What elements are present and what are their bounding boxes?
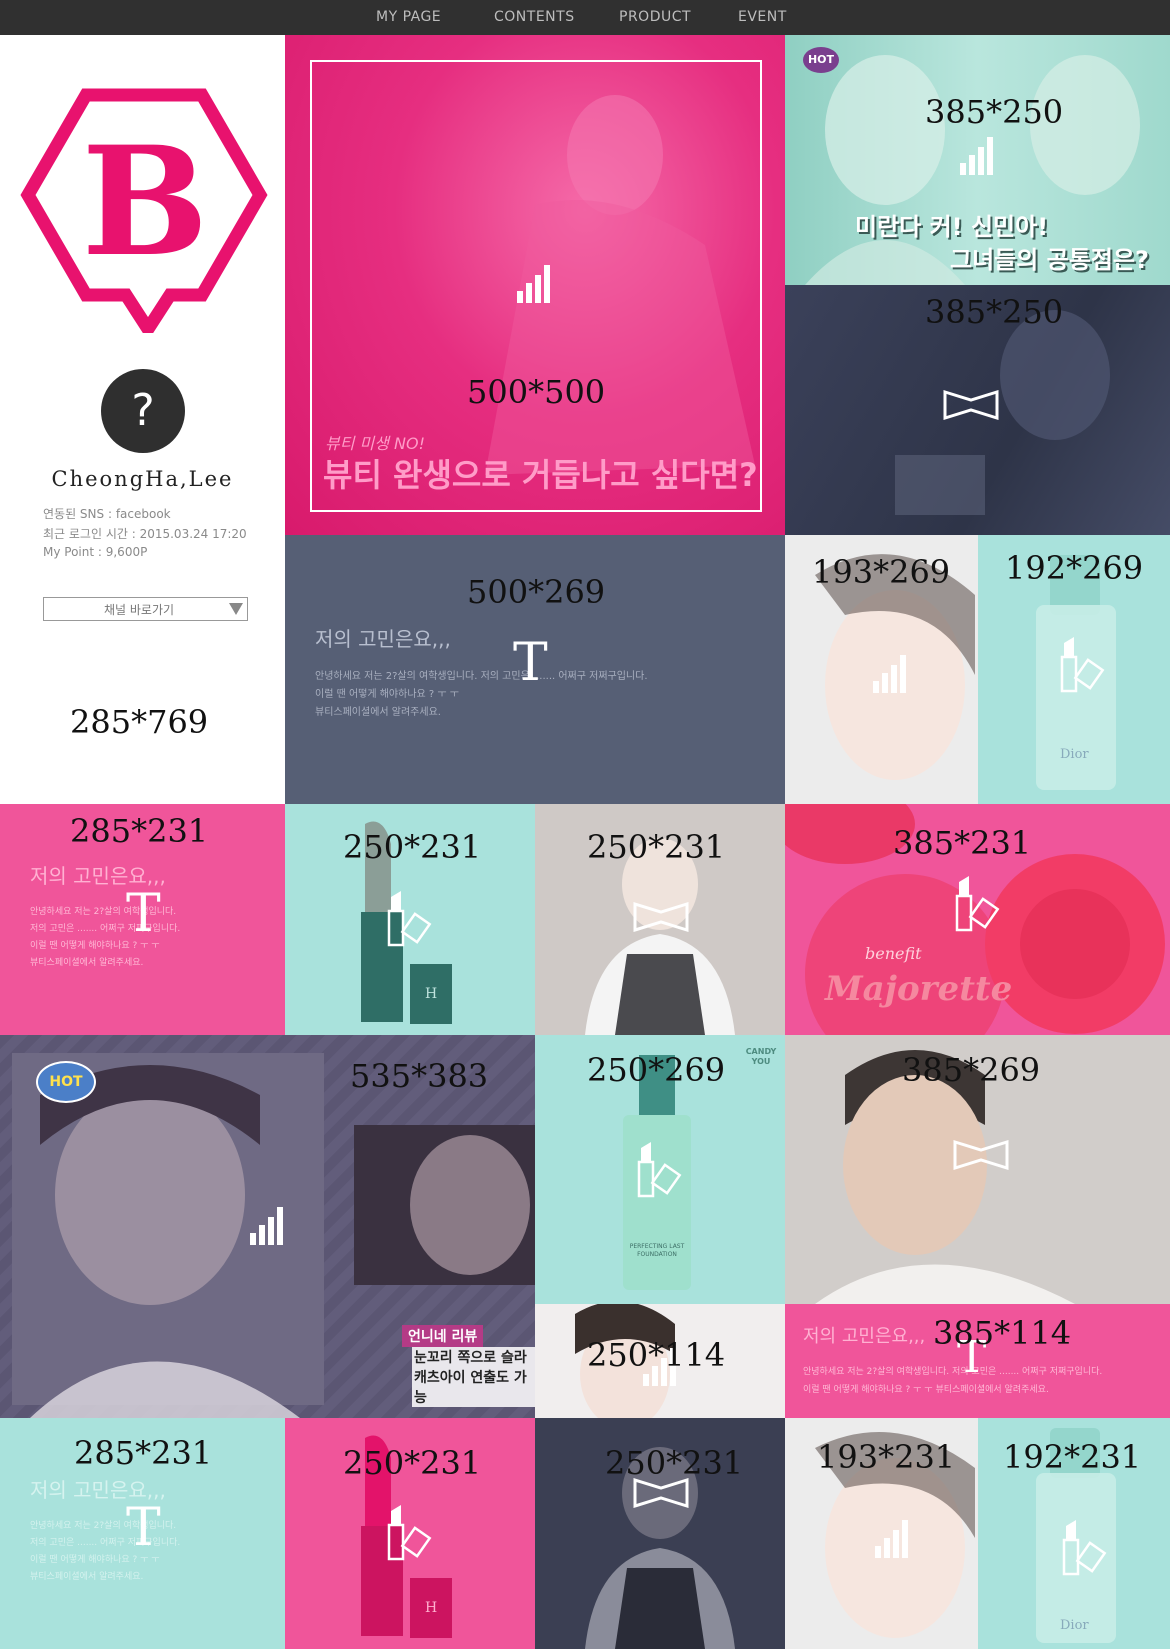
lipstick-icon xyxy=(1060,637,1105,693)
lipstick-icon xyxy=(387,891,432,947)
tile-192x269-a[interactable]: Dior 192*269 xyxy=(978,535,1170,804)
size-label: 250*231 xyxy=(343,828,482,866)
product-mark: H xyxy=(425,986,438,1002)
review-line-2: 캐츠아이 연출도 가능 xyxy=(412,1367,535,1407)
signal-bars-icon xyxy=(875,1520,908,1558)
lipstick-icon xyxy=(955,876,1000,932)
size-label: 285*231 xyxy=(74,1434,213,1472)
caption-big: 뷰티 완생으로 거듭나고 싶다면? xyxy=(323,456,758,494)
profile-sidebar: B ? CheongHa,Lee 연동된 SNS : facebook 최근 로… xyxy=(0,35,285,804)
nav-event[interactable]: EVENT xyxy=(738,0,787,35)
channel-select[interactable]: 채널 바로가기 xyxy=(43,597,248,621)
size-label: 385*250 xyxy=(925,93,1064,131)
size-label: 385*231 xyxy=(893,824,1032,862)
tile-500x500[interactable]: 뷰티 미생 NO! 뷰티 완생으로 거듭나고 싶다면? 500*500 xyxy=(285,35,785,535)
lipstick-icon xyxy=(1062,1520,1107,1576)
size-label: 192*269 xyxy=(1005,549,1144,587)
tile-250x231-c[interactable]: H 250*231 xyxy=(285,1418,535,1649)
post-line-2: 이럴 땐 어떻게 해야하나요 ? ㅜ ㅜ xyxy=(315,689,459,700)
tile-193x231[interactable]: 193*231 xyxy=(785,1418,978,1649)
product-name: Majorette xyxy=(825,969,1013,1009)
bowtie-icon xyxy=(633,902,689,932)
size-label: 250*114 xyxy=(587,1336,726,1374)
size-label: 193*231 xyxy=(817,1438,956,1476)
product-brand: Dior xyxy=(1060,1618,1089,1633)
tile-193x269-a[interactable]: 193*269 xyxy=(785,535,978,804)
points-info: My Point : 9,600P xyxy=(43,545,148,559)
nav-my-page[interactable]: MY PAGE xyxy=(376,0,441,35)
size-label: 250*231 xyxy=(343,1444,482,1482)
hot-badge: HOT xyxy=(36,1061,96,1103)
product-brand: Dior xyxy=(1060,747,1089,762)
tile-250x231-b[interactable]: 250*231 xyxy=(535,804,785,1035)
bowtie-icon xyxy=(633,1478,689,1508)
size-label: 500*500 xyxy=(467,373,606,411)
candy-badge: CANDY YOU xyxy=(745,1047,777,1066)
top-nav: MY PAGE CONTENTS PRODUCT EVENT xyxy=(0,0,1170,35)
post-title: 저의 고민은요,,, xyxy=(803,1326,926,1347)
size-label: 285*231 xyxy=(70,812,209,850)
tile-500x269[interactable]: 저의 고민은요,,, 안녕하세요 저는 2?살의 여학생입니다. 저의 고민은 … xyxy=(285,535,785,804)
logo-letter: B xyxy=(81,114,209,290)
tile-285x231-b[interactable]: 저의 고민은요,,, 안녕하세요 저는 2?살의 여학생입니다. 저의 고민은 … xyxy=(0,1418,285,1649)
tile-250x114[interactable]: 250*114 xyxy=(535,1304,785,1418)
nav-product[interactable]: PRODUCT xyxy=(619,0,691,35)
post-line-4: 뷰티스페이셜에서 알려주세요. xyxy=(30,1572,144,1582)
channel-select-label: 채널 바로가기 xyxy=(103,603,175,617)
tile-385x231-a[interactable]: benefit Majorette 385*231 xyxy=(785,804,1170,1035)
text-type-icon: T xyxy=(126,1498,161,1558)
tile-385x114[interactable]: 저의 고민은요,,, 안녕하세요 저는 2?살의 여학생입니다. 저의 고민은 … xyxy=(785,1304,1170,1418)
hot-badge: HOT xyxy=(803,47,839,73)
profile-name: CheongHa,Lee xyxy=(51,467,234,491)
post-line-1: 안녕하세요 저는 2?살의 여학생입니다. 저의 고민은 ....... 어쩌구… xyxy=(315,671,648,682)
post-title: 저의 고민은요,,, xyxy=(315,627,451,651)
bowtie-icon xyxy=(953,1140,1009,1170)
size-label: 535*383 xyxy=(350,1057,489,1095)
tile-385x250-b[interactable]: 385*250 xyxy=(785,285,1170,535)
signal-bars-icon xyxy=(873,655,906,693)
size-label: 192*231 xyxy=(1003,1438,1142,1476)
post-line-1: 안녕하세요 저는 2?살의 여학생입니다. 저의 고민은 ....... 어쩌구… xyxy=(803,1367,1103,1377)
size-label: 193*269 xyxy=(812,553,951,591)
chevron-down-icon xyxy=(229,603,243,615)
lipstick-icon xyxy=(637,1142,682,1198)
product-brand: benefit xyxy=(865,944,922,963)
post-line-3: 뷰티스페이셜에서 알려주세요. xyxy=(315,707,441,718)
sns-info: 연동된 SNS : facebook xyxy=(43,507,171,521)
last-login-info: 최근 로그인 시간 : 2015.03.24 17:20 xyxy=(43,527,247,541)
text-type-icon: T xyxy=(513,633,548,693)
signal-bars-icon xyxy=(960,137,993,175)
tile-250x231-a[interactable]: H 250*231 xyxy=(285,804,535,1035)
tile-385x269[interactable]: 385*269 xyxy=(785,1035,1170,1304)
caption-line-2: 그녀들의 공통점은? xyxy=(950,246,1149,274)
size-label: 385*114 xyxy=(933,1314,1072,1352)
tile-285x231-a[interactable]: 저의 고민은요,,, 안녕하세요 저는 2?살의 여학생입니다. 저의 고민은 … xyxy=(0,804,285,1035)
sidebar-size-label: 285*769 xyxy=(70,703,209,741)
size-label: 250*269 xyxy=(587,1051,726,1089)
bowtie-icon xyxy=(943,390,999,420)
avatar-placeholder-icon: ? xyxy=(131,385,155,436)
size-label: 250*231 xyxy=(587,828,726,866)
post-line-2: 이럴 땐 어떻게 해야하나요 ? ㅜ ㅜ 뷰티스페이셜에서 알려주세요. xyxy=(803,1385,1049,1395)
product-name: PERFECTING LAST FOUNDATION xyxy=(629,1243,685,1258)
size-label: 385*250 xyxy=(925,293,1064,331)
caption-line-1: 미란다 커! 신민아! xyxy=(855,213,1049,241)
signal-bars-icon xyxy=(250,1207,283,1245)
post-line-4: 뷰티스페이셜에서 알려주세요. xyxy=(30,958,144,968)
tile-250x231-d[interactable]: 250*231 xyxy=(535,1418,785,1649)
size-label: 500*269 xyxy=(467,573,606,611)
nav-contents[interactable]: CONTENTS xyxy=(494,0,575,35)
tile-535x383[interactable]: HOT 언니네 리뷰 눈꼬리 쪽으로 슬라이 캐츠아이 연출도 가능 535*3… xyxy=(0,1035,535,1418)
size-label: 250*231 xyxy=(605,1444,744,1482)
size-label: 385*269 xyxy=(902,1051,1041,1089)
tile-385x250-a[interactable]: HOT 미란다 커! 신민아! 그녀들의 공통점은? 385*250 xyxy=(785,35,1170,285)
product-mark: H xyxy=(425,1600,438,1616)
tile-192x231[interactable]: Dior 192*231 xyxy=(978,1418,1170,1649)
lipstick-icon xyxy=(387,1505,432,1561)
text-type-icon: T xyxy=(126,884,161,944)
review-tag: 언니네 리뷰 xyxy=(402,1325,484,1347)
tile-250x269[interactable]: CANDY YOU PERFECTING LAST FOUNDATION 250… xyxy=(535,1035,785,1304)
signal-bars-icon xyxy=(517,265,550,303)
